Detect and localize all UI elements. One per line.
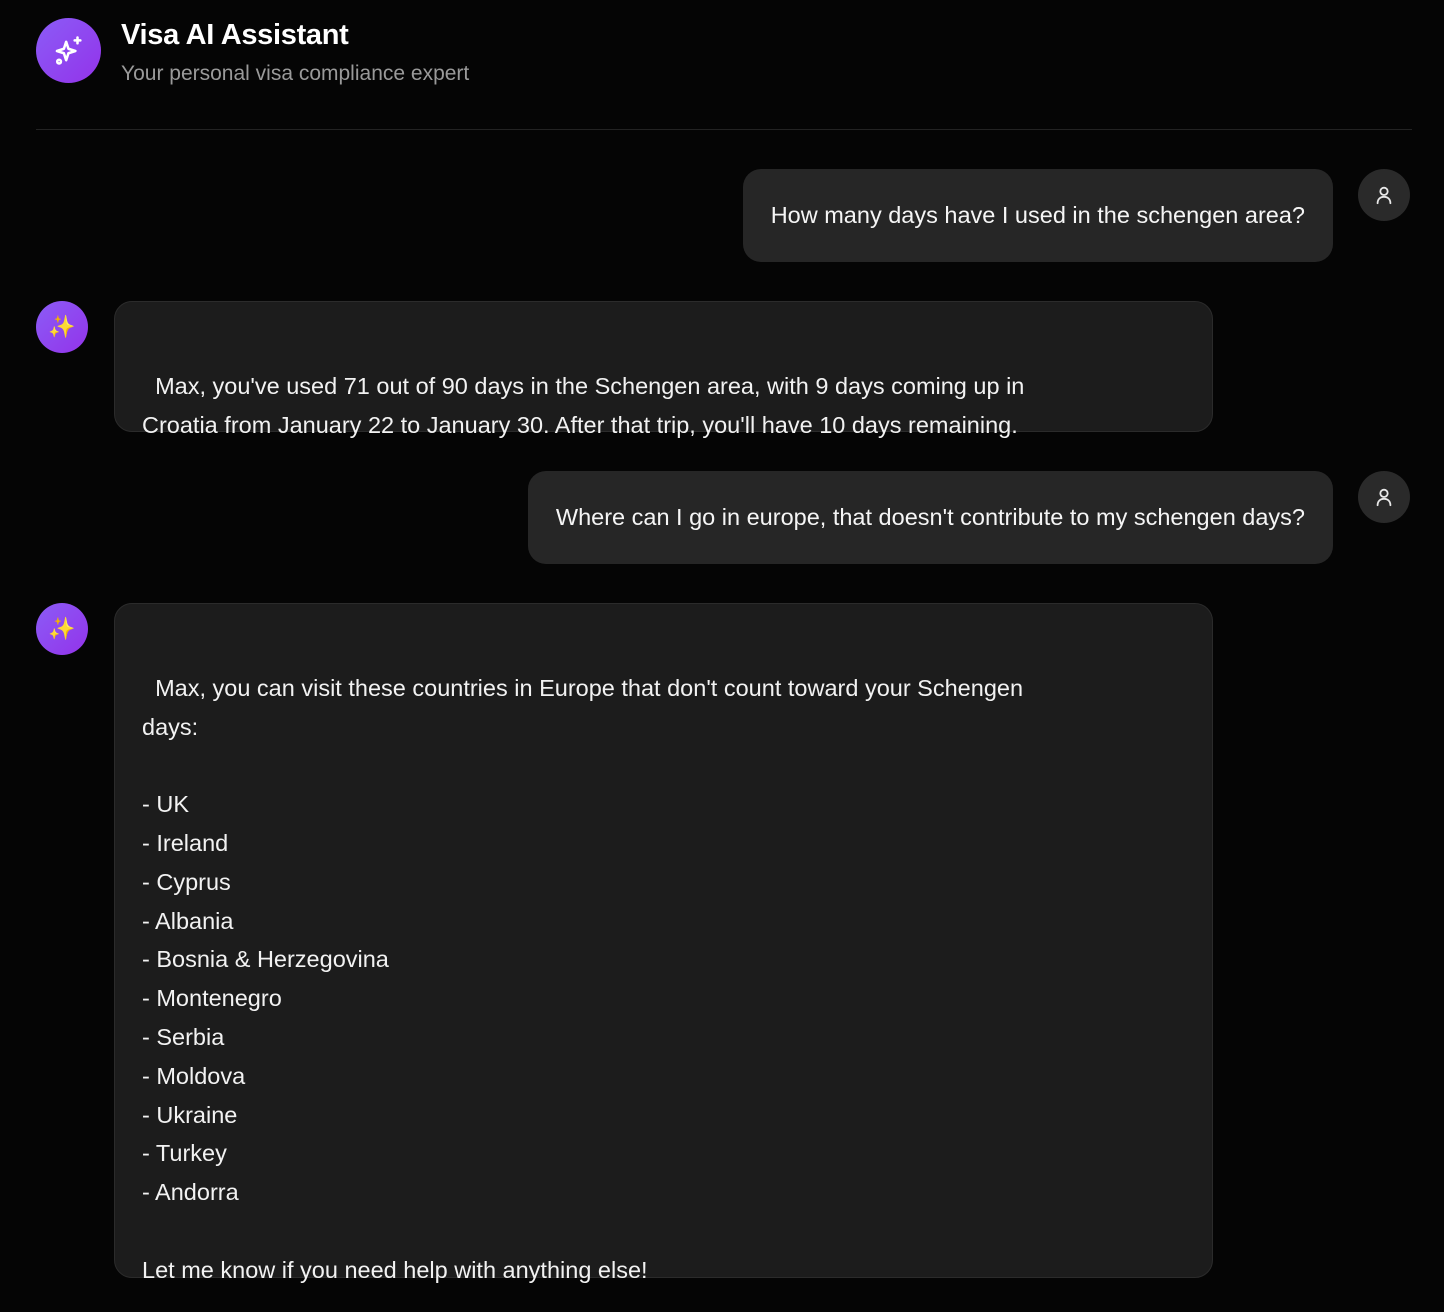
header-divider <box>36 129 1412 130</box>
user-avatar <box>1358 169 1410 221</box>
page-subtitle: Your personal visa compliance expert <box>121 62 470 85</box>
assistant-avatar: ✨ <box>36 301 88 353</box>
user-icon <box>1376 186 1392 205</box>
assistant-avatar: ✨ <box>36 603 88 655</box>
assistant-message: Max, you've used 71 out of 90 days in th… <box>114 301 1213 438</box>
user-icon <box>1376 488 1392 507</box>
page-title: Visa AI Assistant <box>121 19 349 51</box>
sparkles-emoji-icon: ✨ <box>48 616 76 641</box>
message-text: Max, you've used 71 out of 90 days in th… <box>142 372 1025 438</box>
user-message: How many days have I used in the schenge… <box>742 169 1333 262</box>
user-message: Where can I go in europe, that doesn't c… <box>527 471 1333 564</box>
message-text: Max, you can visit these countries in Eu… <box>142 674 1024 1283</box>
user-avatar <box>1358 471 1410 523</box>
assistant-logo <box>36 18 101 83</box>
message-text: How many days have I used in the schenge… <box>770 202 1305 228</box>
message-text: Where can I go in europe, that doesn't c… <box>555 504 1305 530</box>
sparkles-emoji-icon: ✨ <box>48 314 76 339</box>
sparkles-icon <box>55 35 82 65</box>
chat-header: Visa AI Assistant Your personal visa com… <box>36 18 1412 130</box>
assistant-message: Max, you can visit these countries in Eu… <box>114 603 1213 1283</box>
